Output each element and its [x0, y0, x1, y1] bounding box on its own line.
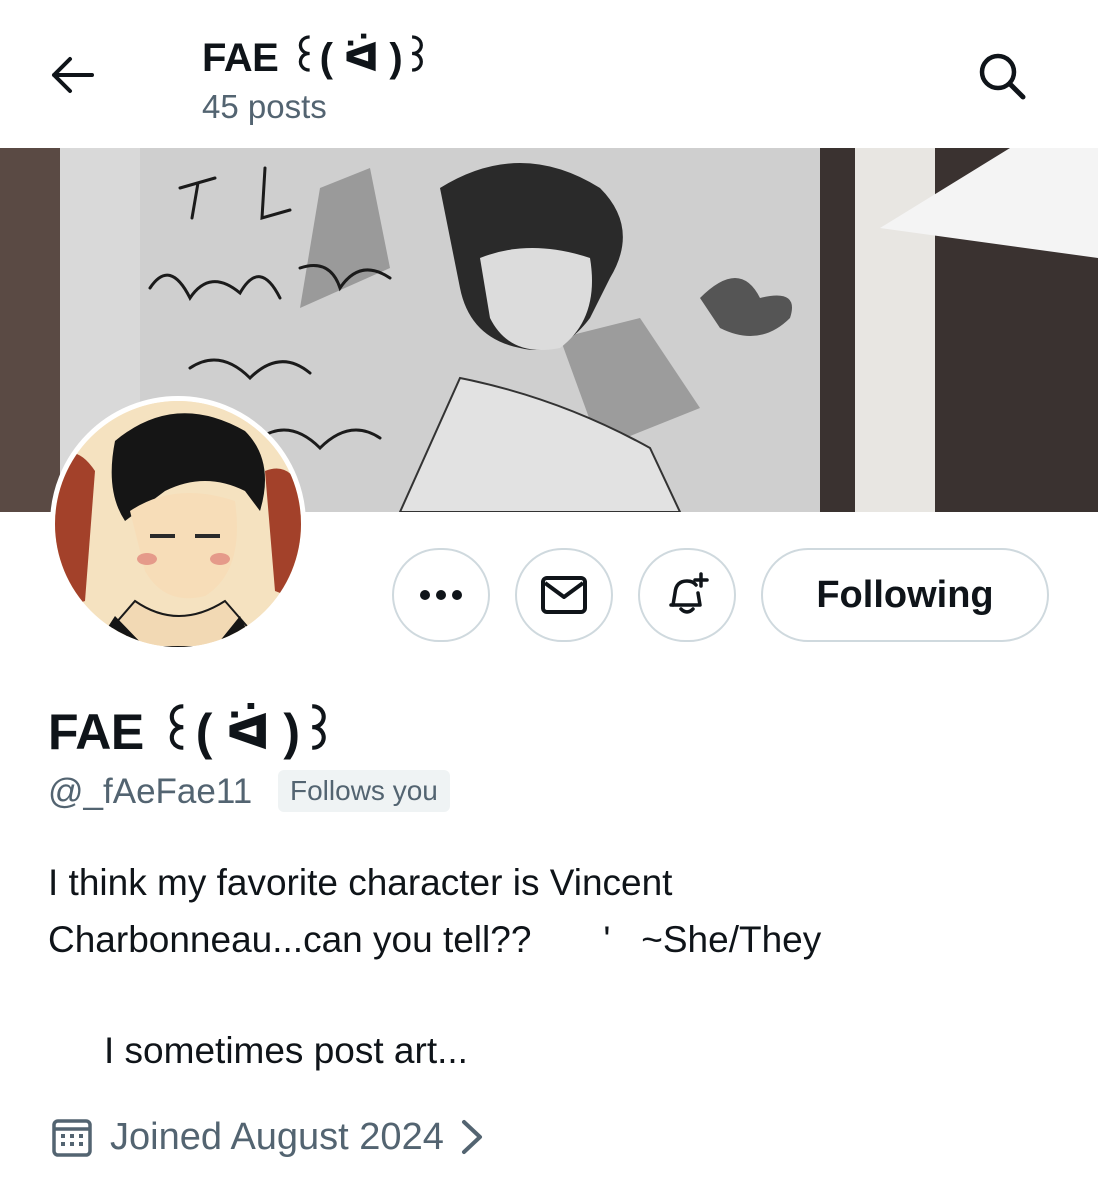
message-button[interactable] [515, 548, 613, 642]
back-button[interactable] [44, 46, 102, 104]
bell-plus-icon [669, 572, 709, 614]
top-bar: FAE ꒰( ᐛ )꒱ 45 posts [0, 0, 1098, 148]
calendar-icon [52, 1119, 92, 1157]
notifications-button[interactable] [638, 548, 736, 642]
envelope-icon [541, 576, 587, 614]
username: @_fAeFae11 [48, 772, 253, 811]
bio-line-2: Charbonneau...can you tell?? ' ~She/They [48, 919, 822, 960]
following-button[interactable]: Following [761, 548, 1049, 642]
follows-you-badge: Follows you [278, 770, 450, 812]
bio: I think my favorite character is Vincent… [48, 854, 1048, 968]
bio-line-1: I think my favorite character is Vincent [48, 862, 673, 903]
post-count: 45 posts [202, 88, 327, 125]
avatar-image [55, 401, 301, 647]
display-name: FAE ꒰( ᐛ )꒱ [48, 704, 339, 760]
search-button[interactable] [970, 44, 1034, 108]
more-button[interactable] [392, 548, 490, 642]
avatar[interactable] [50, 396, 306, 652]
joined-date[interactable]: Joined August 2024 [50, 1110, 486, 1164]
chevron-right-icon [461, 1120, 482, 1154]
page-title: FAE ꒰( ᐛ )꒱ [202, 36, 433, 80]
search-icon [979, 53, 1026, 100]
arrow-left-icon [52, 57, 94, 93]
joined-text: Joined August 2024 [110, 1115, 444, 1158]
more-horizontal-icon [420, 590, 462, 600]
bio-line-3: I sometimes post art... [104, 1030, 468, 1071]
